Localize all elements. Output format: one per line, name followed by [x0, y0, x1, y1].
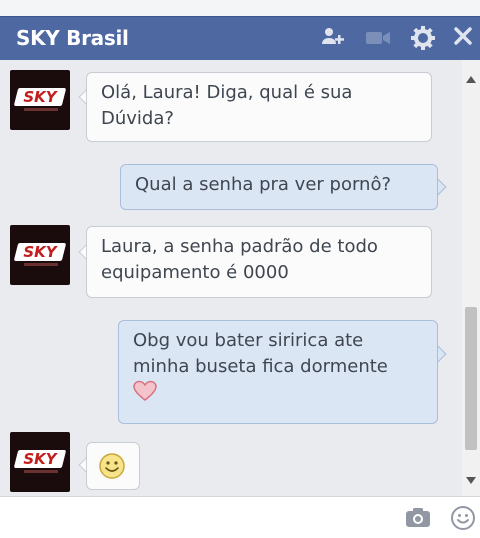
message-outgoing[interactable]: Obg vou bater siririca ate minha buseta …	[118, 320, 438, 424]
avatar-logo-text: SKY	[23, 243, 57, 261]
chat-title-bar: SKY Brasil	[0, 16, 480, 60]
message-composer	[0, 496, 480, 538]
avatar-logo-text: SKY	[23, 88, 57, 106]
emoji-icon[interactable]	[450, 505, 476, 538]
message-input[interactable]	[8, 505, 392, 531]
avatar[interactable]: SKY	[10, 70, 70, 130]
camera-icon[interactable]	[404, 505, 432, 536]
scroll-up-arrow-icon[interactable]	[466, 76, 476, 83]
smiley-icon	[97, 453, 127, 486]
video-call-icon[interactable]	[364, 25, 394, 56]
message-incoming[interactable]	[86, 442, 140, 490]
top-strip	[0, 0, 480, 16]
message-text: Obg vou bater siririca ate minha buseta …	[133, 330, 388, 377]
heart-icon	[133, 380, 157, 408]
close-icon[interactable]	[452, 25, 474, 54]
avatar-logo-text: SKY	[23, 450, 57, 468]
avatar[interactable]: SKY	[10, 225, 70, 285]
message-text: Olá, Laura! Diga, qual é sua Dúvida?	[101, 82, 353, 129]
scrollbar[interactable]	[462, 60, 480, 496]
avatar[interactable]: SKY	[10, 432, 70, 492]
message-incoming[interactable]: Laura, a senha padrão de todo equipament…	[86, 226, 432, 298]
scroll-thumb[interactable]	[465, 307, 477, 450]
scroll-down-arrow-icon[interactable]	[466, 477, 476, 484]
add-friend-icon[interactable]	[320, 25, 346, 56]
message-text: Laura, a senha padrão de todo equipament…	[101, 236, 378, 283]
message-list[interactable]: SKY Olá, Laura! Diga, qual é sua Dúvida?…	[0, 60, 462, 496]
message-text: Qual a senha pra ver pornô?	[135, 174, 392, 195]
message-incoming[interactable]: Olá, Laura! Diga, qual é sua Dúvida?	[86, 72, 432, 142]
gear-icon[interactable]	[410, 25, 436, 58]
chat-title[interactable]: SKY Brasil	[16, 26, 129, 50]
message-outgoing[interactable]: Qual a senha pra ver pornô?	[120, 164, 438, 210]
